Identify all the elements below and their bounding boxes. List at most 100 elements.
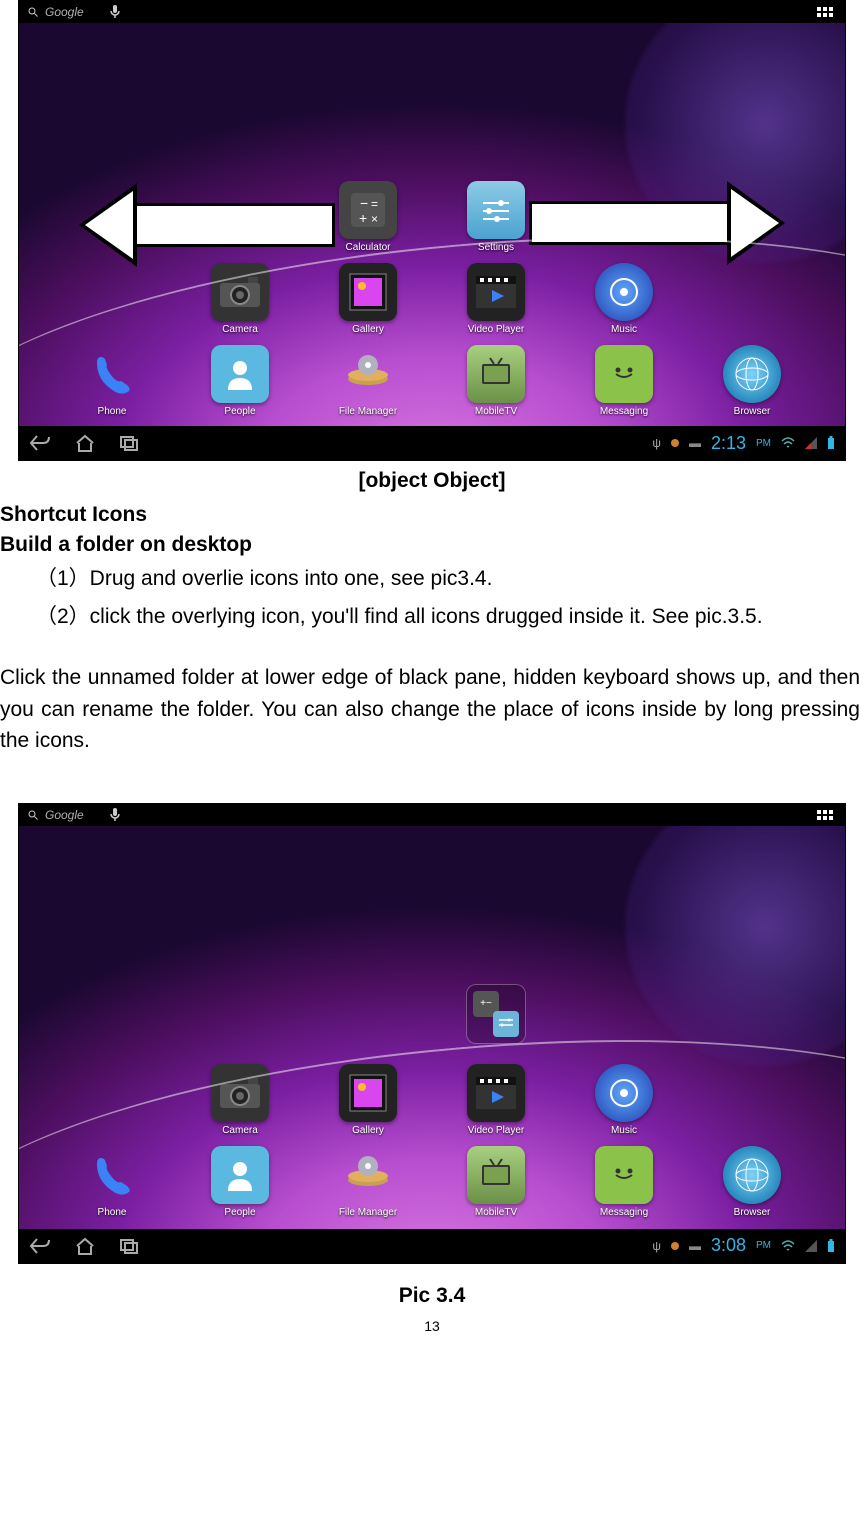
folder-icon: +− [466, 984, 526, 1044]
app-messaging[interactable]: Messaging [582, 345, 666, 417]
app-mobiletv[interactable]: MobileTV [454, 345, 538, 417]
battery-icon [827, 436, 835, 450]
android-status-bar: Google [19, 804, 845, 826]
app-label: Browser [734, 1207, 771, 1218]
app-browser[interactable]: Browser [710, 1146, 794, 1218]
music-icon [595, 1064, 653, 1122]
app-music[interactable]: Music [582, 263, 666, 335]
page-number: 13 [0, 1318, 864, 1334]
google-search-widget[interactable]: Google [27, 808, 120, 822]
wifi-icon [781, 437, 795, 449]
android-status-bar: Google [19, 1, 845, 23]
app-calculator[interactable]: −=+× Calculator [326, 181, 410, 253]
svg-text:=: = [371, 197, 378, 211]
dot-icon [671, 1242, 679, 1250]
app-music[interactable]: Music [582, 1064, 666, 1136]
svg-text:−: − [360, 195, 368, 211]
signal-icon [805, 1240, 817, 1252]
app-filemanager[interactable]: File Manager [326, 1146, 410, 1218]
app-messaging[interactable]: Messaging [582, 1146, 666, 1218]
android-icon: ▬ [689, 436, 701, 450]
home-wallpaper[interactable]: −=+× Calculator Settings [19, 23, 845, 426]
recent-apps-button[interactable] [119, 435, 139, 451]
google-label: Google [45, 5, 84, 19]
search-icon [27, 6, 39, 18]
home-button[interactable] [75, 1237, 95, 1255]
home-wallpaper[interactable]: +− Camera [19, 826, 845, 1229]
paragraph-1: （1）Drug and overlie icons into one, see … [0, 563, 860, 595]
home-button[interactable] [75, 434, 95, 452]
app-label: Video Player [468, 324, 525, 335]
app-folder[interactable]: +− [454, 984, 538, 1044]
microphone-icon[interactable] [110, 808, 120, 822]
app-label: People [224, 1207, 255, 1218]
phone-icon [83, 345, 141, 403]
app-people[interactable]: People [198, 345, 282, 417]
videoplayer-icon [467, 1064, 525, 1122]
app-phone[interactable]: Phone [70, 345, 154, 417]
app-label: File Manager [339, 1207, 397, 1218]
back-button[interactable] [29, 1237, 51, 1255]
clock-ampm: PM [756, 1240, 771, 1251]
apps-drawer-button[interactable] [817, 7, 837, 17]
app-label: Settings [478, 242, 514, 253]
browser-icon [723, 345, 781, 403]
screenshot-pic-3-4: Google +− [18, 803, 846, 1264]
status-right: ψ ▬ 3:08PM [652, 1235, 835, 1256]
app-label: People [224, 406, 255, 417]
app-settings[interactable]: Settings [454, 181, 538, 253]
calculator-icon: −= + × [339, 181, 397, 239]
microphone-icon[interactable] [110, 5, 120, 19]
app-row-3: Phone People File Manager [70, 345, 794, 417]
app-row-1: −=+× Calculator Settings [326, 181, 538, 253]
heading-build-folder: Build a folder on desktop [0, 533, 846, 557]
paragraph-2: （2）click the overlying icon, you'll find… [0, 601, 860, 633]
usb-icon: ψ [652, 1239, 661, 1253]
camera-icon [211, 263, 269, 321]
app-label: Messaging [600, 1207, 648, 1218]
app-camera[interactable]: Camera [198, 1064, 282, 1136]
filemanager-icon [339, 1146, 397, 1204]
app-videoplayer[interactable]: Video Player [454, 263, 538, 335]
back-button[interactable] [29, 434, 51, 452]
people-icon [211, 1146, 269, 1204]
videoplayer-icon [467, 263, 525, 321]
app-gallery[interactable]: Gallery [326, 1064, 410, 1136]
messaging-icon [595, 345, 653, 403]
apps-drawer-button[interactable] [817, 810, 837, 820]
google-search-widget[interactable]: Google [27, 5, 120, 19]
app-label: MobileTV [475, 1207, 517, 1218]
app-row-2: Camera Gallery Video Player [198, 263, 666, 335]
app-row-folder: +− [454, 984, 538, 1044]
figure2-caption: Pic 3.4 [0, 1284, 864, 1308]
clock-ampm: PM [756, 438, 771, 449]
app-camera[interactable]: Camera [198, 263, 282, 335]
android-nav-bar: ψ ▬ 2:13PM [19, 426, 845, 460]
filemanager-icon [339, 345, 397, 403]
mobiletv-icon [467, 1146, 525, 1204]
app-label: Browser [734, 406, 771, 417]
mobiletv-icon [467, 345, 525, 403]
gallery-icon [339, 1064, 397, 1122]
app-videoplayer[interactable]: Video Player [454, 1064, 538, 1136]
app-phone[interactable]: Phone [70, 1146, 154, 1218]
search-icon [27, 809, 39, 821]
app-label: Music [611, 1125, 637, 1136]
heading-shortcut-icons: Shortcut Icons [0, 503, 846, 527]
app-label: Camera [222, 1125, 258, 1136]
battery-icon [827, 1239, 835, 1253]
recent-apps-button[interactable] [119, 1238, 139, 1254]
app-row-2: Camera Gallery Video Player [198, 1064, 666, 1136]
app-label: File Manager [339, 406, 397, 417]
app-browser[interactable]: Browser [710, 345, 794, 417]
settings-mini-icon [493, 1011, 519, 1037]
app-filemanager[interactable]: File Manager [326, 345, 410, 417]
app-people[interactable]: People [198, 1146, 282, 1218]
clock-time: 2:13 [711, 433, 746, 454]
svg-text:+: + [359, 210, 367, 226]
app-mobiletv[interactable]: MobileTV [454, 1146, 538, 1218]
svg-text:×: × [371, 212, 378, 226]
app-label: Camera [222, 324, 258, 335]
app-gallery[interactable]: Gallery [326, 263, 410, 335]
app-label: Phone [98, 1207, 127, 1218]
